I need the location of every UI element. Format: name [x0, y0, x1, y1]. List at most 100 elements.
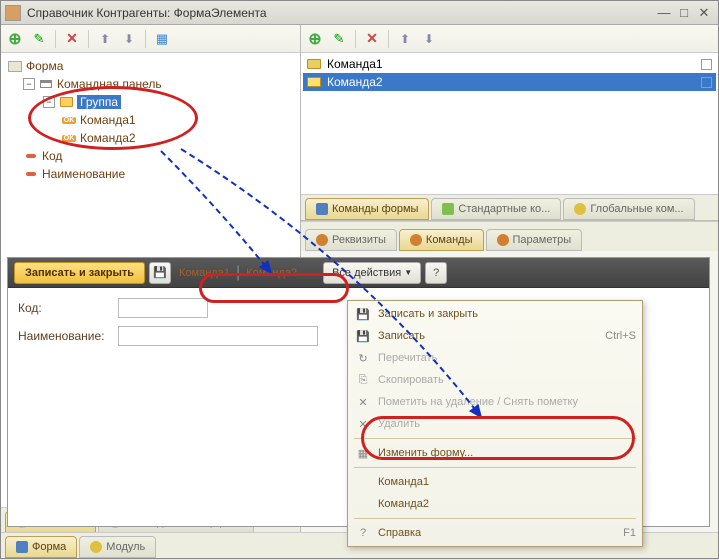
menu-save-close[interactable]: 💾 Записать и закрыть [348, 303, 642, 325]
tab-module[interactable]: Модуль [79, 536, 156, 558]
list-label: Команда1 [327, 57, 383, 71]
tab-parameters[interactable]: Параметры [486, 229, 583, 251]
menu-label: Команда1 [378, 476, 636, 488]
wizard-button[interactable]: ▦ [152, 29, 172, 49]
command-list[interactable]: Команда1 Команда2 [301, 53, 718, 194]
collapse-icon[interactable]: − [43, 96, 55, 108]
menu-label: Команда2 [378, 498, 636, 510]
checkbox[interactable] [701, 77, 712, 88]
tab-label: Глобальные ком... [590, 203, 683, 215]
menu-change-form[interactable]: ▦ Изменить форму... [348, 442, 642, 464]
tab-icon [316, 203, 328, 215]
menu-cmd2[interactable]: Команда2 [348, 493, 642, 515]
delete-button[interactable]: ✕ [362, 29, 382, 49]
help-button[interactable]: ? [425, 262, 447, 284]
code-input[interactable] [118, 298, 208, 318]
list-label: Команда2 [327, 75, 383, 89]
minimize-button[interactable]: — [654, 5, 674, 21]
menu-reread[interactable]: ↻ Перечитать [348, 347, 642, 369]
move-up-button[interactable]: ⬆ [395, 29, 415, 49]
tree-cmd2[interactable]: OK Команда2 [3, 129, 298, 147]
tab-global-commands[interactable]: Глобальные ком... [563, 198, 694, 220]
separator [88, 30, 89, 48]
code-label: Код: [18, 301, 118, 315]
menu-cmd1[interactable]: Команда1 [348, 471, 642, 493]
right-toolbar: ⊕ ✎ ✕ ⬆ ⬇ [301, 25, 718, 53]
tree-group[interactable]: − Группа [3, 93, 298, 111]
tab-rekvizity[interactable]: Реквизиты [305, 229, 397, 251]
tab-icon [442, 203, 454, 215]
menu-separator [354, 518, 636, 519]
all-actions-menu: 💾 Записать и закрыть 💾 Записать Ctrl+S ↻… [347, 300, 643, 547]
edit-button[interactable]: ✎ [329, 29, 349, 49]
menu-mark-delete[interactable]: ✕ Пометить на удаление / Снять пометку [348, 391, 642, 413]
copy-icon: ⎘ [354, 372, 372, 388]
tab-icon [316, 234, 328, 246]
tree-label: Наименование [42, 167, 125, 181]
tree-label: Команда1 [80, 113, 136, 127]
menu-copy[interactable]: ⎘ Скопировать [348, 369, 642, 391]
menu-help[interactable]: ? Справка F1 [348, 522, 642, 544]
name-input[interactable] [118, 326, 318, 346]
move-down-button[interactable]: ⬇ [119, 29, 139, 49]
menu-label: Записать и закрыть [378, 308, 636, 320]
add-button[interactable]: ⊕ [305, 29, 325, 49]
delete-button[interactable]: ✕ [62, 29, 82, 49]
tab-standard-commands[interactable]: Стандартные ко... [431, 198, 561, 220]
tree-form-root[interactable]: Форма [3, 57, 298, 75]
close-button[interactable]: ✕ [694, 5, 714, 21]
right-top-tabs: Команды формы Стандартные ко... Глобальн… [301, 194, 718, 220]
tab-label: Форма [32, 541, 66, 553]
toolbar-cmd2-link[interactable]: Команда2 [242, 267, 301, 279]
move-down-button[interactable]: ⬇ [419, 29, 439, 49]
shortcut: Ctrl+S [605, 330, 636, 342]
tab-icon [16, 541, 28, 553]
tree-label-selected: Группа [77, 95, 121, 109]
tab-label: Команды формы [332, 203, 418, 215]
menu-save[interactable]: 💾 Записать Ctrl+S [348, 325, 642, 347]
form-icon: ▦ [354, 445, 372, 461]
delete-icon: ✕ [354, 416, 372, 432]
help-icon: ? [354, 525, 372, 541]
list-item[interactable]: Команда2 [303, 73, 716, 91]
separator [145, 30, 146, 48]
app-icon [5, 5, 21, 21]
titlebar: Справочник Контрагенты: ФормаЭлемента — … [1, 1, 718, 25]
save-icon: 💾 [354, 328, 372, 344]
tab-label: Параметры [513, 234, 572, 246]
maximize-button[interactable]: □ [674, 5, 694, 21]
move-up-button[interactable]: ⬆ [95, 29, 115, 49]
menu-delete[interactable]: ✕ Удалить [348, 413, 642, 435]
list-item[interactable]: Команда1 [303, 55, 716, 73]
tree-command-panel[interactable]: − Командная панель [3, 75, 298, 93]
tab-label: Модуль [106, 541, 145, 553]
chevron-down-icon: ▼ [404, 268, 412, 277]
menu-label: Пометить на удаление / Снять пометку [378, 396, 636, 408]
name-label: Наименование: [18, 329, 118, 343]
refresh-icon: ↻ [354, 350, 372, 366]
preview-toolbar: Записать и закрыть 💾 Команда1 | Команда2… [8, 258, 709, 288]
menu-label: Перечитать [378, 352, 636, 364]
tab-form[interactable]: Форма [5, 536, 77, 558]
save-close-button[interactable]: Записать и закрыть [14, 262, 145, 284]
collapse-icon[interactable]: − [23, 78, 35, 90]
separator [388, 30, 389, 48]
all-actions-button[interactable]: Все действия ▼ [323, 262, 421, 284]
tab-commands[interactable]: Команды [399, 229, 484, 251]
add-button[interactable]: ⊕ [5, 29, 25, 49]
checkbox[interactable] [701, 59, 712, 70]
tree-cmd1[interactable]: OK Команда1 [3, 111, 298, 129]
menu-label: Справка [378, 527, 623, 539]
tree-code[interactable]: Код [3, 147, 298, 165]
right-mid-tabs: Реквизиты Команды Параметры [301, 221, 718, 251]
edit-button[interactable]: ✎ [29, 29, 49, 49]
save-button[interactable]: 💾 [149, 262, 171, 284]
menu-label: Удалить [378, 418, 636, 430]
tab-label: Команды [426, 234, 473, 246]
tab-form-commands[interactable]: Команды формы [305, 198, 429, 220]
blank-icon [354, 474, 372, 490]
save-icon: 💾 [354, 306, 372, 322]
menu-separator [354, 438, 636, 439]
tree-name[interactable]: Наименование [3, 165, 298, 183]
toolbar-cmd1-link[interactable]: Команда1 [175, 267, 234, 279]
